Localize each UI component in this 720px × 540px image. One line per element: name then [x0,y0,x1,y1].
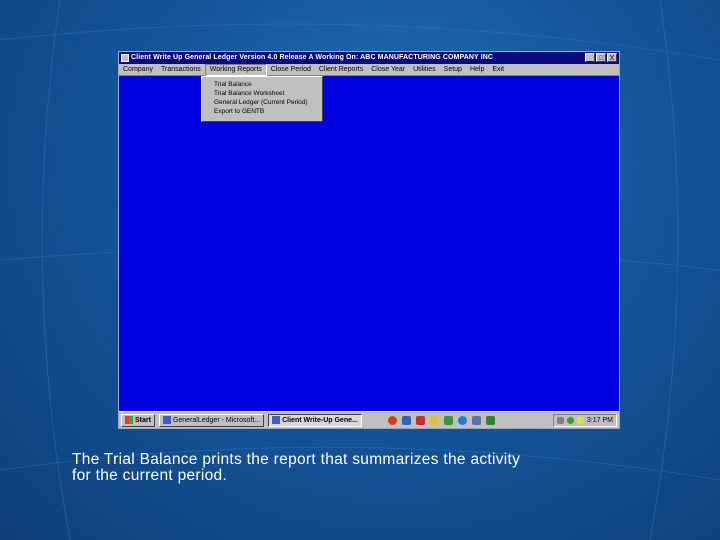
menu-help[interactable]: Help [466,64,488,76]
quicklaunch-icon[interactable] [429,415,439,425]
close-button[interactable]: X [607,53,617,62]
quick-launch [387,415,495,425]
quicklaunch-icon[interactable] [471,415,481,425]
menu-item-trial-balance[interactable]: Trial Balance [202,80,322,89]
menu-bar: Company Transactions Working Reports Clo… [119,63,619,76]
menu-close-year[interactable]: Close Year [367,64,409,76]
quicklaunch-icon[interactable] [401,415,411,425]
quicklaunch-icon[interactable] [457,415,467,425]
minimize-button[interactable]: _ [585,53,595,62]
title-bar: Client Write Up General Ledger Version 4… [119,52,619,64]
window-title: Client Write Up General Ledger Version 4… [131,54,494,61]
menu-company[interactable]: Company [119,64,157,76]
taskbar: Start GeneralLedger - Microsoft... Clien… [119,411,619,428]
system-tray: 3:17 PM [552,413,617,427]
start-label: Start [135,416,151,424]
quicklaunch-icon[interactable] [443,415,453,425]
tray-icon[interactable] [566,416,574,424]
window-controls: _ □ X [585,53,617,62]
menu-client-reports[interactable]: Client Reports [315,64,367,76]
caption-line-1: The Trial Balance prints the report that… [72,451,521,468]
clock[interactable]: 3:17 PM [587,417,613,424]
menu-exit[interactable]: Exit [488,64,508,76]
speaker-icon[interactable] [576,416,584,424]
maximize-button[interactable]: □ [596,53,606,62]
task-label: GeneralLedger - Microsoft... [172,416,261,424]
taskbar-item-client-write-up[interactable]: Client Write-Up Gene... [268,413,362,427]
menu-close-period[interactable]: Close Period [267,64,315,76]
quicklaunch-icon[interactable] [387,415,397,425]
menu-setup[interactable]: Setup [440,64,466,76]
task-label: Client Write-Up Gene... [282,416,358,424]
excel-icon [162,416,171,424]
tray-icon[interactable] [556,416,564,424]
quicklaunch-icon[interactable] [485,415,495,425]
windows-logo-icon [125,416,133,424]
menu-utilities[interactable]: Utilities [409,64,440,76]
app-screenshot: Client Write Up General Ledger Version 4… [119,52,619,428]
menu-transactions[interactable]: Transactions [157,64,205,76]
slide-caption: The Trial Balance prints the report that… [72,452,672,484]
working-reports-dropdown: Trial Balance Trial Balance Worksheet Ge… [201,76,323,122]
start-button[interactable]: Start [121,413,155,427]
app-icon [272,416,281,424]
caption-line-2: for the current period. [72,467,228,484]
quicklaunch-icon[interactable] [415,415,425,425]
app-icon [121,54,129,62]
menu-item-export-gentb[interactable]: Export to GENTB [202,107,322,116]
menu-item-trial-balance-worksheet[interactable]: Trial Balance Worksheet [202,89,322,98]
menu-item-general-ledger-current[interactable]: General Ledger (Current Period) [202,98,322,107]
taskbar-item-general-ledger[interactable]: GeneralLedger - Microsoft... [158,413,265,427]
menu-working-reports[interactable]: Working Reports [204,63,267,76]
